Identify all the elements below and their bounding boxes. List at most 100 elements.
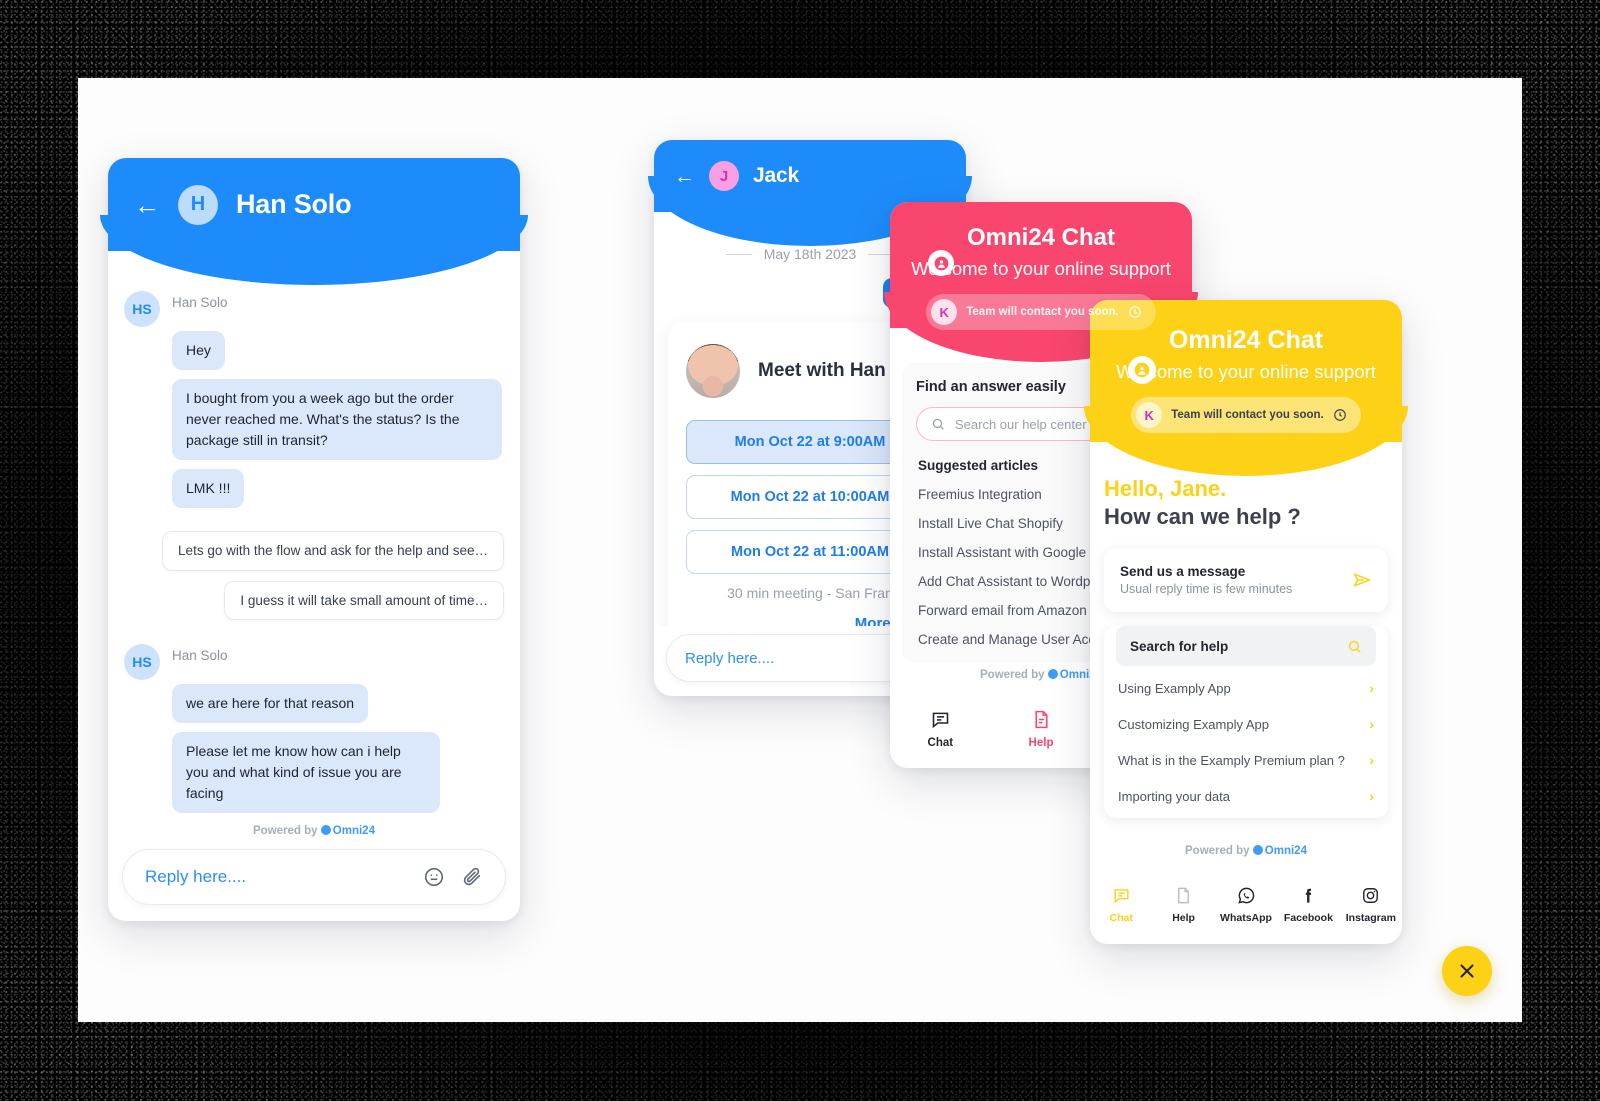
list-item[interactable]: What is in the Examply Premium plan ? › — [1104, 742, 1388, 778]
chat-icon — [932, 712, 949, 729]
powered-by-label: Powered by — [1185, 845, 1250, 857]
nav-label: Chat — [927, 737, 954, 749]
search-icon — [932, 418, 944, 430]
han-solo-message-list[interactable]: HS Han Solo Hey I bought from you a week… — [108, 251, 520, 825]
message-bubble: Lets go with the flow and ask for the he… — [162, 531, 504, 571]
instagram-icon — [1363, 888, 1379, 903]
powered-by-label: Powered by — [980, 669, 1045, 681]
help-item-label: Using Examply App — [1118, 680, 1231, 696]
yellow-bottom-nav: Powered by Omni24 Chat Help WhatsApp Fac… — [1090, 845, 1402, 944]
chevron-right-icon: › — [1369, 788, 1374, 804]
nav-label: Facebook — [1283, 912, 1333, 924]
page-title: Omni24 Chat — [1168, 326, 1324, 354]
yellow-body: Hello, Jane. How can we help ? Send us a… — [1090, 460, 1402, 866]
list-item[interactable]: Importing your data › — [1104, 778, 1388, 814]
status-text: Team will contact you soon. — [966, 306, 1119, 318]
avatar: J — [709, 161, 739, 191]
sender-name: Han Solo — [172, 648, 228, 664]
message-bubble: LMK !!! — [172, 469, 245, 508]
help-item-label: Importing your data — [1118, 788, 1231, 804]
message-group: Lets go with the flow and ask for the he… — [124, 531, 504, 630]
powered-by: Powered by Omni24 — [108, 824, 520, 837]
avatar: K — [931, 299, 958, 325]
nav-item-facebook[interactable]: Facebook — [1277, 886, 1339, 924]
avatar: K — [1136, 402, 1163, 428]
whatsapp-icon — [1237, 887, 1254, 904]
back-arrow-icon[interactable]: ← — [134, 192, 160, 218]
message-bubble: Hey — [172, 331, 225, 370]
close-icon — [1460, 964, 1474, 978]
message-bubble: we are here for that reason — [172, 684, 369, 724]
nav-item-instagram[interactable]: Instagram — [1340, 886, 1402, 924]
status-text: Team will contact you soon. — [1171, 409, 1324, 421]
chevron-right-icon: › — [1369, 680, 1374, 696]
nav-label: Chat — [1109, 912, 1133, 924]
close-button[interactable] — [1442, 946, 1492, 996]
status-badge: K Team will contact you soon. — [1131, 397, 1361, 433]
message-group: HS Han Solo Hey I bought from you a week… — [124, 291, 504, 517]
date-separator-label: May 18th 2023 — [763, 246, 857, 262]
powered-by-label: Powered by — [253, 825, 318, 837]
chat-widget-yellow: Omni24 Chat Welcome to your online suppo… — [1083, 300, 1409, 944]
screenshot-root: ← H Han Solo HS Han Solo Hey I bought fr… — [0, 0, 1600, 1101]
clock-icon — [1128, 306, 1141, 318]
message-bubble: Please let me know how can i help you an… — [172, 732, 440, 814]
help-card: Search for help Using Examply App › Cust… — [1104, 626, 1388, 818]
reply-bar[interactable]: Reply here.... — [122, 849, 506, 905]
message-bubble: I bought from you a week ago but the ord… — [172, 379, 502, 460]
list-item[interactable]: Using Examply App › — [1104, 670, 1388, 706]
nav-item-whatsapp[interactable]: WhatsApp — [1215, 886, 1277, 924]
search-input[interactable]: Search for help — [1116, 626, 1376, 666]
message-group: HS Han Solo we are here for that reason … — [124, 644, 504, 822]
help-doc-icon — [1178, 887, 1190, 904]
avatar: HS — [124, 291, 160, 327]
help-item-label: What is in the Examply Premium plan ? — [1118, 752, 1345, 768]
list-item[interactable]: Customizing Examply App › — [1104, 706, 1388, 742]
nav-label: WhatsApp — [1220, 912, 1272, 924]
nav-label: Help — [1028, 737, 1054, 749]
nav-label: Help — [1172, 912, 1195, 924]
search-placeholder: Search our help center — [955, 416, 1087, 432]
send-card-title: Send us a message — [1120, 564, 1246, 579]
avatar-photo — [686, 344, 740, 398]
page-title: Han Solo — [236, 189, 352, 219]
pink-header: Omni24 Chat Welcome to your online suppo… — [883, 202, 1199, 362]
nav-item-help[interactable]: Help — [1152, 886, 1214, 924]
reply-input[interactable]: Reply here.... — [685, 650, 915, 667]
brand-name: Omni24 — [1264, 845, 1307, 857]
send-message-card[interactable]: Send us a message Usual reply time is fe… — [1104, 548, 1388, 612]
back-arrow-icon[interactable]: ← — [674, 166, 695, 187]
omni24-logo-icon — [1252, 845, 1263, 855]
avatar: HS — [124, 644, 160, 681]
neutral-face-icon[interactable] — [423, 866, 445, 888]
app-canvas: ← H Han Solo HS Han Solo Hey I bought fr… — [78, 78, 1522, 1022]
powered-by: Powered by Omni24 — [1090, 844, 1402, 857]
chevron-right-icon: › — [1369, 752, 1374, 768]
nav-item-help[interactable]: Help — [991, 709, 1092, 749]
greeting-question: How can we help ? — [1104, 504, 1301, 529]
chat-icon — [1114, 889, 1129, 904]
nav-item-chat[interactable]: Chat — [1090, 886, 1152, 924]
page-title: Jack — [753, 164, 799, 187]
meeting-title: Meet with Han — [758, 360, 886, 381]
omni24-logo-icon — [928, 250, 954, 276]
reply-input[interactable]: Reply here.... — [145, 867, 407, 887]
message-bubble: I guess it will take small amount of tim… — [224, 580, 504, 621]
omni24-logo-icon — [320, 825, 331, 835]
paperclip-icon[interactable] — [461, 866, 483, 888]
chat-widget-han-solo: ← H Han Solo HS Han Solo Hey I bought fr… — [99, 158, 529, 921]
help-item-label: Customizing Examply App — [1118, 716, 1270, 732]
help-doc-icon — [1034, 710, 1048, 729]
send-card-subtitle: Usual reply time is few minutes — [1120, 582, 1293, 596]
chevron-right-icon: › — [1369, 716, 1374, 732]
sender-name: Han Solo — [172, 295, 228, 310]
search-label: Search for help — [1130, 638, 1229, 654]
nav-item-chat[interactable]: Chat — [890, 709, 991, 749]
page-title: Omni24 Chat — [966, 224, 1116, 251]
omni24-logo-icon — [1047, 669, 1058, 679]
omni24-logo-icon — [1128, 356, 1156, 384]
send-icon[interactable] — [1352, 570, 1372, 590]
sender-row: HS Han Solo — [124, 291, 504, 327]
han-solo-header: ← H Han Solo — [99, 158, 529, 285]
sender-row: HS Han Solo — [124, 644, 504, 681]
